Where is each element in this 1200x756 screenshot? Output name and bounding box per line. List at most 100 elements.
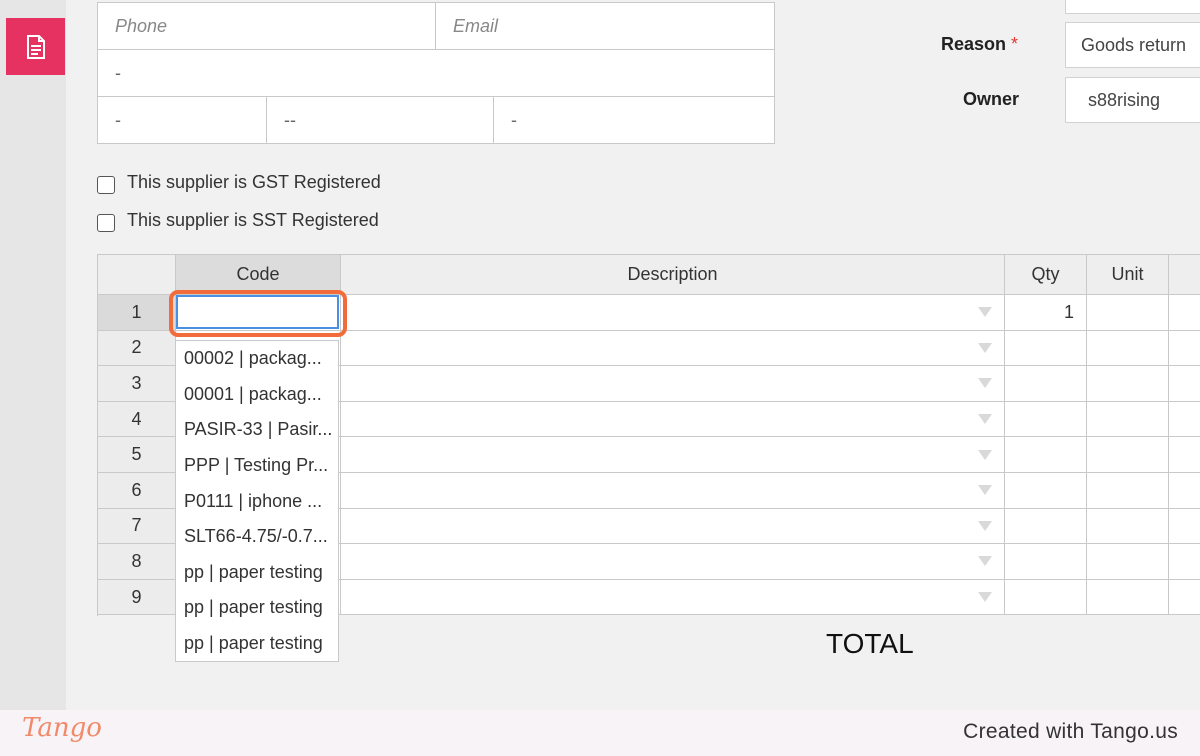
description-cell[interactable] [341, 473, 1005, 509]
unit-cell[interactable] [1087, 366, 1169, 402]
dropdown-arrow-icon[interactable] [978, 307, 992, 318]
owner-field[interactable]: s88rising [1065, 77, 1200, 123]
total-label: TOTAL [826, 628, 914, 659]
dropdown-option[interactable]: 00002 | packag... [176, 341, 338, 377]
extra-cell[interactable] [1169, 579, 1200, 616]
document-icon [26, 34, 45, 59]
address-value: - [115, 62, 121, 83]
required-marker: * [1011, 34, 1019, 54]
description-cell[interactable] [341, 508, 1005, 545]
description-cell[interactable] [341, 437, 1005, 473]
sst-checkbox[interactable] [97, 214, 115, 232]
code-dropdown: 00002 | packag... 00001 | packag... PASIR-… [175, 340, 339, 663]
qty-cell[interactable] [1005, 544, 1087, 580]
unit-cell[interactable] [1087, 330, 1169, 367]
unit-cell[interactable] [1087, 401, 1169, 438]
column-header-qty[interactable]: Qty [1005, 254, 1087, 295]
document-button[interactable] [6, 18, 65, 75]
column-header-unit[interactable]: Unit [1087, 254, 1169, 295]
dropdown-arrow-icon[interactable] [978, 414, 992, 425]
postcode-field[interactable]: - [493, 96, 775, 144]
row-number[interactable]: 2 [98, 330, 176, 367]
row-number[interactable]: 9 [98, 579, 176, 616]
qty-cell[interactable] [1005, 508, 1087, 545]
dropdown-option[interactable]: PASIR-33 | Pasir... [176, 412, 338, 448]
sst-label: This supplier is SST Registered [127, 209, 379, 230]
click-highlight [169, 290, 347, 337]
phone-field[interactable]: Phone [97, 2, 436, 50]
reason-select[interactable]: Goods return [1065, 22, 1200, 68]
column-header-description[interactable]: Description [341, 254, 1005, 295]
extra-cell[interactable] [1169, 544, 1200, 580]
qty-cell[interactable] [1005, 437, 1087, 473]
description-cell[interactable] [341, 295, 1005, 331]
email-field[interactable]: Email [435, 2, 775, 50]
tango-logo: Tango [22, 713, 102, 743]
row-number[interactable]: 4 [98, 401, 176, 438]
extra-cell[interactable] [1169, 366, 1200, 402]
top-field[interactable] [1065, 0, 1200, 14]
owner-value: s88rising [1088, 89, 1161, 110]
corner-cell [98, 254, 176, 295]
unit-cell[interactable] [1087, 579, 1169, 616]
extra-cell[interactable] [1169, 401, 1200, 438]
row-number[interactable]: 8 [98, 544, 176, 580]
sst-checkbox-row[interactable]: This supplier is SST Registered [97, 208, 379, 232]
row-number[interactable]: 5 [98, 437, 176, 473]
description-cell[interactable] [341, 330, 1005, 367]
qty-cell[interactable] [1005, 401, 1087, 438]
city-field[interactable]: - [97, 96, 267, 144]
qty-cell[interactable] [1005, 366, 1087, 402]
unit-cell[interactable] [1087, 544, 1169, 580]
qty-cell[interactable] [1005, 579, 1087, 616]
dropdown-option[interactable]: 00001 | packag... [176, 377, 338, 413]
unit-cell[interactable] [1087, 508, 1169, 545]
row-number[interactable]: 3 [98, 366, 176, 402]
dropdown-option[interactable]: pp | paper testing [176, 626, 338, 662]
gst-checkbox[interactable] [97, 176, 115, 194]
qty-cell[interactable]: 1 [1005, 295, 1087, 331]
row-number[interactable]: 1 [98, 295, 176, 331]
unit-cell[interactable] [1087, 295, 1169, 331]
reason-label: Reason * [941, 34, 1019, 54]
dropdown-arrow-icon[interactable] [978, 449, 992, 460]
state-value: -- [284, 109, 296, 130]
description-cell[interactable] [341, 401, 1005, 438]
footer-credit: Created with Tango.us [963, 720, 1178, 743]
dropdown-arrow-icon[interactable] [978, 520, 992, 531]
unit-cell[interactable] [1087, 437, 1169, 473]
unit-cell[interactable] [1087, 473, 1169, 509]
qty-cell[interactable] [1005, 473, 1087, 509]
description-cell[interactable] [341, 544, 1005, 580]
row-number[interactable]: 6 [98, 473, 176, 509]
dropdown-option[interactable]: SLT66-4.75/-0.7... [176, 519, 338, 555]
extra-cell[interactable] [1169, 437, 1200, 473]
qty-cell[interactable] [1005, 330, 1087, 367]
row-number[interactable]: 7 [98, 508, 176, 545]
dropdown-option[interactable]: pp | paper testing [176, 555, 338, 591]
gst-checkbox-row[interactable]: This supplier is GST Registered [97, 170, 381, 194]
dropdown-arrow-icon[interactable] [978, 342, 992, 353]
state-field[interactable]: -- [266, 96, 494, 144]
dropdown-option[interactable]: PPP | Testing Pr... [176, 448, 338, 484]
address-field[interactable]: - [97, 49, 775, 97]
extra-cell[interactable] [1169, 473, 1200, 509]
column-header-code[interactable]: Code [176, 254, 341, 295]
extra-cell[interactable] [1169, 295, 1200, 331]
description-cell[interactable] [341, 579, 1005, 616]
dropdown-option[interactable]: P0111 | iphone ... [176, 483, 338, 519]
extra-cell[interactable] [1169, 330, 1200, 367]
dropdown-arrow-icon[interactable] [978, 592, 992, 603]
description-cell[interactable] [341, 366, 1005, 402]
city-value: - [115, 109, 121, 130]
dropdown-arrow-icon[interactable] [978, 556, 992, 567]
reason-value: Goods return [1081, 34, 1187, 55]
grid-header: Code Description Qty Unit [98, 254, 1200, 295]
email-placeholder: Email [453, 15, 499, 36]
dropdown-arrow-icon[interactable] [978, 485, 992, 496]
extra-cell[interactable] [1169, 508, 1200, 545]
dropdown-option[interactable]: pp | paper testing [176, 590, 338, 626]
dropdown-arrow-icon[interactable] [978, 378, 992, 389]
postcode-value: - [511, 109, 517, 130]
footer: Tango Created with Tango.us [0, 710, 1200, 756]
